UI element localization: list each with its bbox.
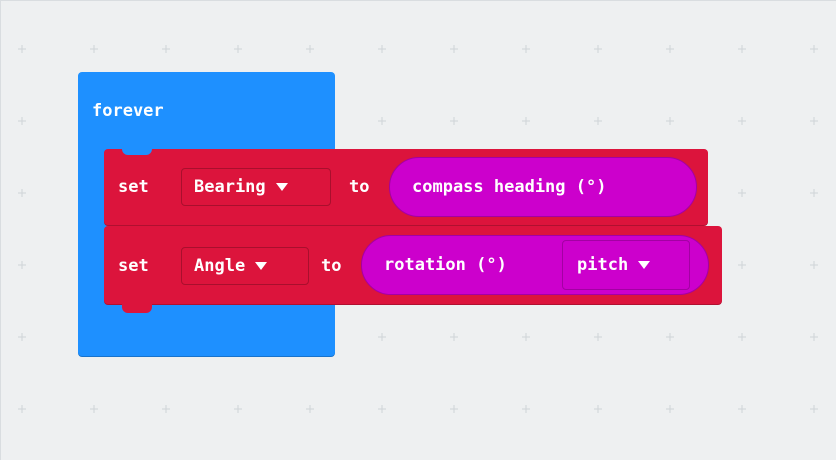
set-keyword: set [118, 256, 149, 276]
reporter-label: compass heading (°) [412, 176, 607, 197]
variable-name: Angle [194, 255, 246, 276]
rotation-axis-value: pitch [577, 254, 629, 275]
forever-label: forever [92, 101, 164, 121]
rotation-axis-dropdown[interactable]: pitch [562, 240, 690, 290]
block-notch [122, 149, 152, 155]
set-keyword: set [118, 177, 149, 197]
variable-name: Bearing [194, 176, 266, 197]
chevron-down-icon [275, 183, 288, 191]
block-notch [122, 304, 152, 313]
blocks-workspace[interactable]: forever set Bearing to compass heading (… [0, 0, 836, 460]
chevron-down-icon [638, 261, 651, 269]
reporter-label: rotation (°) [384, 254, 507, 275]
chevron-down-icon [255, 262, 268, 270]
set-bearing-block[interactable]: set Bearing to compass heading (°) [104, 149, 708, 225]
set-angle-block[interactable]: set Angle to rotation (°) pitch [104, 226, 722, 313]
variable-dropdown-angle[interactable]: Angle [181, 247, 309, 285]
variable-dropdown-bearing[interactable]: Bearing [181, 168, 331, 206]
to-keyword: to [321, 256, 342, 276]
compass-heading-reporter[interactable]: compass heading (°) [389, 157, 697, 217]
to-keyword: to [349, 177, 370, 197]
